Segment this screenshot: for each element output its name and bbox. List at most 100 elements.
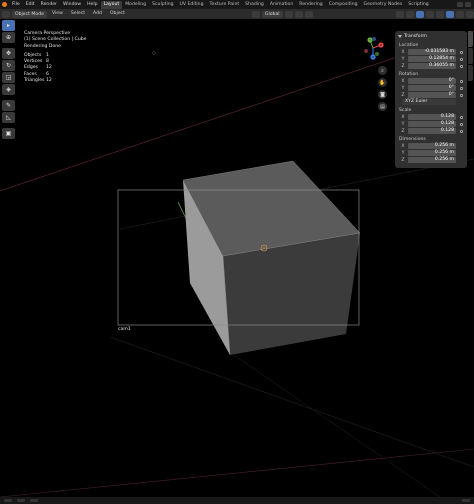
transform-icon[interactable]: ◈: [2, 84, 15, 95]
scale-x-field[interactable]: 0.128: [408, 114, 456, 120]
light-marker[interactable]: [152, 51, 156, 55]
pivot-icon[interactable]: [284, 10, 293, 18]
tab-texture-paint[interactable]: Texture Paint: [207, 1, 243, 9]
tab-scripting[interactable]: Scripting: [405, 1, 431, 9]
tab-tool[interactable]: [468, 48, 473, 64]
overlays-toggle-icon[interactable]: [416, 10, 424, 18]
gizmo-neg-z-icon[interactable]: [372, 37, 376, 41]
proportional-edit-icon[interactable]: [304, 10, 313, 18]
dimensions-z-row: Z 0.256 m: [398, 157, 464, 163]
orientation-icon[interactable]: [251, 10, 260, 18]
gizmo-toggle-icon[interactable]: [406, 10, 414, 18]
lock-icon[interactable]: [458, 115, 464, 120]
tool-shelf: ▸ ⊕ ✥ ↻ ◲ ◈ ✎ ◺ ▣: [2, 19, 18, 140]
shading-material-icon[interactable]: [456, 10, 464, 18]
lock-icon[interactable]: [458, 64, 464, 69]
lock-camera-icon[interactable]: ▤: [378, 102, 387, 111]
tab-uv-editing[interactable]: UV Editing: [177, 1, 207, 9]
tab-geometry-nodes[interactable]: Geometry Nodes: [361, 1, 406, 9]
menu-select[interactable]: Select: [68, 9, 88, 19]
scale-z-row: Z 0.128: [398, 128, 464, 134]
rotation-y-field[interactable]: 0°: [408, 85, 456, 91]
rotation-mode-dropdown[interactable]: XYZ Euler: [402, 99, 456, 105]
pan-hand-icon[interactable]: ✋: [378, 78, 387, 87]
transform-panel-header[interactable]: Transform: [398, 33, 464, 40]
stat-label: Triangles: [24, 78, 45, 84]
location-x-field[interactable]: -0.031583 m: [408, 49, 456, 55]
add-cube-icon[interactable]: ▣: [2, 128, 15, 139]
cursor-icon[interactable]: ⊕: [2, 32, 15, 43]
lock-icon[interactable]: [458, 50, 464, 55]
location-z-row: Z 0.36055 m: [398, 63, 464, 69]
rotation-x-field[interactable]: 0°: [408, 78, 456, 84]
tab-view[interactable]: [468, 65, 473, 81]
editor-type-icon[interactable]: [2, 10, 10, 18]
tab-item[interactable]: [468, 31, 473, 47]
dimensions-y-row: Y 0.256 m: [398, 150, 464, 156]
menu-file[interactable]: File: [9, 0, 23, 9]
location-z-field[interactable]: 0.36055 m: [408, 63, 456, 69]
mouse-left-icon: [4, 499, 12, 502]
shading-wireframe-icon[interactable]: [436, 10, 444, 18]
scene-icon[interactable]: [457, 2, 463, 7]
tab-shading[interactable]: Shading: [242, 1, 267, 9]
dimensions-x-field[interactable]: 0.256 m: [408, 143, 456, 149]
axis-label: Y: [401, 85, 405, 91]
lock-icon[interactable]: [458, 79, 464, 84]
menu-object[interactable]: Object: [107, 9, 128, 19]
xray-icon[interactable]: [426, 10, 434, 18]
menu-edit[interactable]: Edit: [23, 0, 38, 9]
dimensions-z-field[interactable]: 0.256 m: [408, 157, 456, 163]
gizmo-z-label: Z: [372, 55, 374, 59]
3d-viewport[interactable]: Camera Perspective (1) Scene Collection …: [0, 19, 474, 497]
lock-icon[interactable]: [458, 93, 464, 98]
tab-modeling[interactable]: Modeling: [122, 1, 149, 9]
gizmo-neg-x-icon[interactable]: [364, 49, 368, 53]
dimensions-x-row: X 0.256 m: [398, 143, 464, 149]
tab-layout[interactable]: Layout: [100, 0, 123, 9]
sidebar-transform-panel: Transform Location X -0.031583 m Y 0.128…: [395, 31, 467, 168]
annotate-icon[interactable]: ✎: [2, 100, 15, 111]
rotation-z-field[interactable]: 0°: [408, 92, 456, 98]
status-bar: [0, 497, 474, 504]
tab-compositing[interactable]: Compositing: [326, 1, 361, 9]
lock-icon[interactable]: [458, 86, 464, 91]
location-y-field[interactable]: 0.12854 m: [408, 56, 456, 62]
menu-help[interactable]: Help: [84, 0, 100, 9]
lock-icon[interactable]: [458, 57, 464, 62]
scale-icon[interactable]: ◲: [2, 72, 15, 83]
scale-z-field[interactable]: 0.128: [408, 128, 456, 134]
lock-icon[interactable]: [458, 129, 464, 134]
menu-view[interactable]: View: [49, 9, 66, 19]
measure-icon[interactable]: ◺: [2, 112, 15, 123]
tab-sculpting[interactable]: Sculpting: [149, 1, 176, 9]
blender-logo-icon[interactable]: [0, 0, 9, 9]
tab-animation[interactable]: Animation: [267, 1, 296, 9]
select-box-icon[interactable]: ▸: [2, 20, 15, 31]
gizmo-x-label: X: [380, 43, 382, 47]
toolbar-gap: [2, 44, 18, 47]
gizmo-neg-y-icon[interactable]: [375, 52, 379, 56]
navigation-gizmo[interactable]: X Y Z: [360, 35, 386, 61]
zoom-icon[interactable]: ⌕: [378, 66, 387, 75]
menu-window[interactable]: Window: [60, 0, 84, 9]
camera-view-icon[interactable]: ◙: [378, 90, 387, 99]
dimensions-y-field[interactable]: 0.256 m: [408, 150, 456, 156]
menu-add[interactable]: Add: [90, 9, 105, 19]
orientation-dropdown[interactable]: Global: [261, 10, 283, 18]
lock-icon[interactable]: [458, 122, 464, 127]
shading-solid-icon[interactable]: [446, 10, 454, 18]
rotate-icon[interactable]: ↻: [2, 60, 15, 71]
shading-rendered-icon[interactable]: [466, 10, 474, 18]
mode-dropdown[interactable]: Object Mode: [12, 10, 47, 18]
scale-y-field[interactable]: 0.128: [408, 121, 456, 127]
visibility-icon[interactable]: [396, 10, 404, 18]
view-layer-icon[interactable]: [465, 2, 471, 7]
move-icon[interactable]: ✥: [2, 48, 15, 59]
tab-rendering[interactable]: Rendering: [296, 1, 325, 9]
menu-render[interactable]: Render: [38, 0, 60, 9]
lock-spacer: [458, 151, 464, 156]
viewport-overlay-text: Camera Perspective (1) Scene Collection …: [24, 31, 87, 84]
axis-label: Y: [401, 56, 405, 62]
snap-icon[interactable]: [294, 10, 303, 18]
